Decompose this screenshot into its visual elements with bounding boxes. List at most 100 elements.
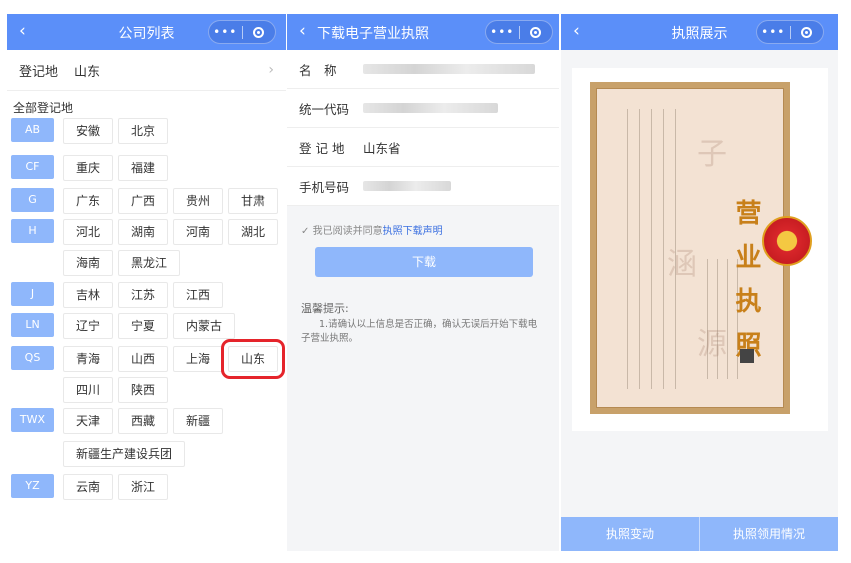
region-group-row: 四川 陕西: [11, 377, 173, 403]
province-option[interactable]: 新疆生产建设兵团: [63, 441, 186, 467]
license-change-button[interactable]: 执照变动: [561, 517, 699, 551]
province-option[interactable]: 海南: [63, 250, 114, 276]
top-bar: ‹ 下载电子营业执照 •••: [287, 14, 559, 50]
province-option[interactable]: 四川: [63, 377, 114, 403]
field-value: 山东省: [363, 140, 401, 156]
region-label: 登记地: [19, 64, 59, 80]
more-icon[interactable]: •••: [209, 21, 242, 43]
redacted-value: [363, 103, 498, 113]
national-emblem-icon: [762, 216, 812, 266]
province-option[interactable]: 青海: [63, 346, 114, 372]
province-option[interactable]: 广西: [118, 188, 169, 214]
chevron-right-icon: ›: [268, 62, 274, 78]
field-label: 统一代码: [299, 101, 350, 117]
agreement-link[interactable]: 执照下载声明: [383, 226, 443, 237]
agreement-checkbox[interactable]: ✓ 我已阅读并同意执照下载声明: [301, 222, 443, 237]
province-option[interactable]: 山东: [221, 339, 286, 379]
letter-index-tag: G: [11, 188, 54, 212]
more-icon[interactable]: •••: [486, 21, 519, 43]
top-bar: ‹ 公司列表 •••: [7, 14, 286, 50]
province-option[interactable]: 上海: [173, 346, 224, 372]
province-option[interactable]: 湖北: [228, 219, 279, 245]
region-group-row: TWX 天津 西藏 新疆: [11, 408, 228, 434]
bottom-action-bar: 执照变动 执照领用情况: [561, 517, 838, 551]
letter-index-tag: TWX: [11, 408, 54, 432]
license-card: 子 涵 源 营业执照: [572, 68, 828, 431]
download-license-panel: ‹ 下载电子营业执照 ••• 名 称 统一代码 登 记 地 山东省 手机号码 ✓…: [287, 14, 559, 551]
region-group-row: AB 安徽 北京: [11, 118, 173, 144]
letter-index-tag: J: [11, 282, 54, 306]
letter-index-tag: QS: [11, 346, 54, 370]
agreement-text: 我已阅读并同意: [312, 226, 383, 237]
close-miniprogram-button[interactable]: [519, 26, 552, 38]
province-option[interactable]: 安徽: [63, 118, 114, 144]
province-option[interactable]: 湖南: [118, 219, 169, 245]
target-icon: [801, 26, 813, 38]
download-button[interactable]: 下载: [315, 247, 533, 277]
tip-title: 温馨提示:: [301, 302, 349, 315]
field-label: 名 称: [299, 62, 337, 78]
province-option[interactable]: 山西: [118, 346, 169, 372]
more-icon[interactable]: •••: [757, 21, 790, 43]
check-icon: ✓: [301, 226, 310, 237]
province-option[interactable]: 广东: [63, 188, 114, 214]
region-group-row: J 吉林 江苏 江西: [11, 282, 228, 308]
province-option[interactable]: 陕西: [118, 377, 169, 403]
province-option[interactable]: 江苏: [118, 282, 169, 308]
province-option[interactable]: 江西: [173, 282, 224, 308]
province-option[interactable]: 重庆: [63, 155, 114, 181]
letter-index-tag: LN: [11, 313, 54, 337]
field-label: 手机号码: [299, 179, 350, 195]
region-group-row: QS 青海 山西 上海 山东: [11, 339, 286, 379]
letter-index-tag: CF: [11, 155, 54, 179]
province-option[interactable]: 云南: [63, 474, 114, 500]
province-option[interactable]: 黑龙江: [118, 250, 181, 276]
province-option[interactable]: 福建: [118, 155, 169, 181]
back-icon[interactable]: ‹: [299, 21, 306, 41]
province-option[interactable]: 新疆: [173, 408, 224, 434]
region-group-row: 新疆生产建设兵团: [11, 441, 190, 467]
phone-field: 手机号码: [287, 167, 559, 206]
letter-index-tag: AB: [11, 118, 54, 142]
tip-text: 1.请确认以上信息是否正确，确认无误后开始下载电子营业执照。: [301, 319, 538, 344]
field-label: 登 记 地: [299, 140, 345, 156]
letter-index-tag: [11, 377, 54, 401]
region-group-row: H 河北 湖南 河南 湖北: [11, 219, 283, 245]
license-usage-button[interactable]: 执照领用情况: [699, 517, 838, 551]
province-option[interactable]: 贵州: [173, 188, 224, 214]
credit-code-field: 统一代码: [287, 89, 559, 128]
region-value: 山东: [74, 64, 101, 80]
province-option[interactable]: 甘肃: [228, 188, 279, 214]
province-option[interactable]: 河北: [63, 219, 114, 245]
capsule-menu: •••: [756, 20, 824, 44]
province-option[interactable]: 内蒙古: [173, 313, 236, 339]
province-option[interactable]: 辽宁: [63, 313, 114, 339]
license-display-panel: ‹ 执照展示 ••• 子 涵 源 营业执照 执照变动 执照领用情况: [561, 14, 838, 551]
province-option[interactable]: 河南: [173, 219, 224, 245]
region-group-row: CF 重庆 福建: [11, 155, 173, 181]
province-option[interactable]: 天津: [63, 408, 114, 434]
province-option[interactable]: 吉林: [63, 282, 114, 308]
target-icon: [253, 26, 265, 38]
province-option[interactable]: 浙江: [118, 474, 169, 500]
region-group-row: 海南 黑龙江: [11, 250, 185, 276]
close-miniprogram-button[interactable]: [790, 26, 823, 38]
region-selector[interactable]: 登记地 山东 ›: [7, 50, 286, 91]
province-option[interactable]: 西藏: [118, 408, 169, 434]
region-group-row: LN 辽宁 宁夏 内蒙古: [11, 313, 240, 339]
capsule-menu: •••: [485, 20, 553, 44]
qr-code: [740, 349, 754, 363]
capsule-menu: •••: [208, 20, 276, 44]
redacted-value: [363, 64, 535, 74]
letter-index-tag: [11, 250, 54, 274]
province-option[interactable]: 北京: [118, 118, 169, 144]
top-bar: ‹ 执照展示 •••: [561, 14, 838, 50]
letter-index-tag: [11, 441, 54, 465]
region-group-row: G 广东 广西 贵州 甘肃: [11, 188, 283, 214]
name-field: 名 称: [287, 50, 559, 89]
letter-index-tag: H: [11, 219, 54, 243]
business-license-image: 子 涵 源 营业执照: [590, 82, 790, 414]
province-option[interactable]: 宁夏: [118, 313, 169, 339]
target-icon: [530, 26, 542, 38]
close-miniprogram-button[interactable]: [242, 26, 275, 38]
